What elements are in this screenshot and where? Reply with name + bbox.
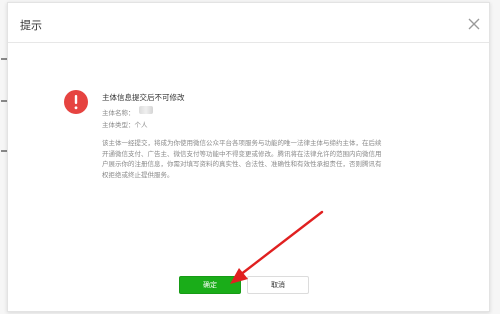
subject-type-label: 主体类型：: [102, 121, 135, 129]
redacted-subject-name: [139, 106, 153, 114]
subject-type-line: 主体类型：个人: [102, 119, 148, 129]
exclamation-circle-icon: [64, 90, 88, 114]
subject-name-line: 主体名称：: [102, 107, 135, 117]
subject-name-label: 主体名称：: [102, 109, 135, 117]
subject-type-value: 个人: [134, 121, 148, 129]
dialog-header: 提示: [8, 3, 489, 43]
notice-headline: 主体信息提交后不可修改: [102, 93, 185, 102]
cancel-button[interactable]: 取消: [247, 276, 309, 294]
notice-description: 该主体一经提交，将成为你使用微信公众平台各项服务与功能的唯一法律主体与缔约主体，…: [102, 139, 382, 179]
dialog-title: 提示: [20, 19, 42, 32]
confirm-button[interactable]: 确定: [179, 276, 241, 294]
close-icon[interactable]: [467, 17, 481, 31]
